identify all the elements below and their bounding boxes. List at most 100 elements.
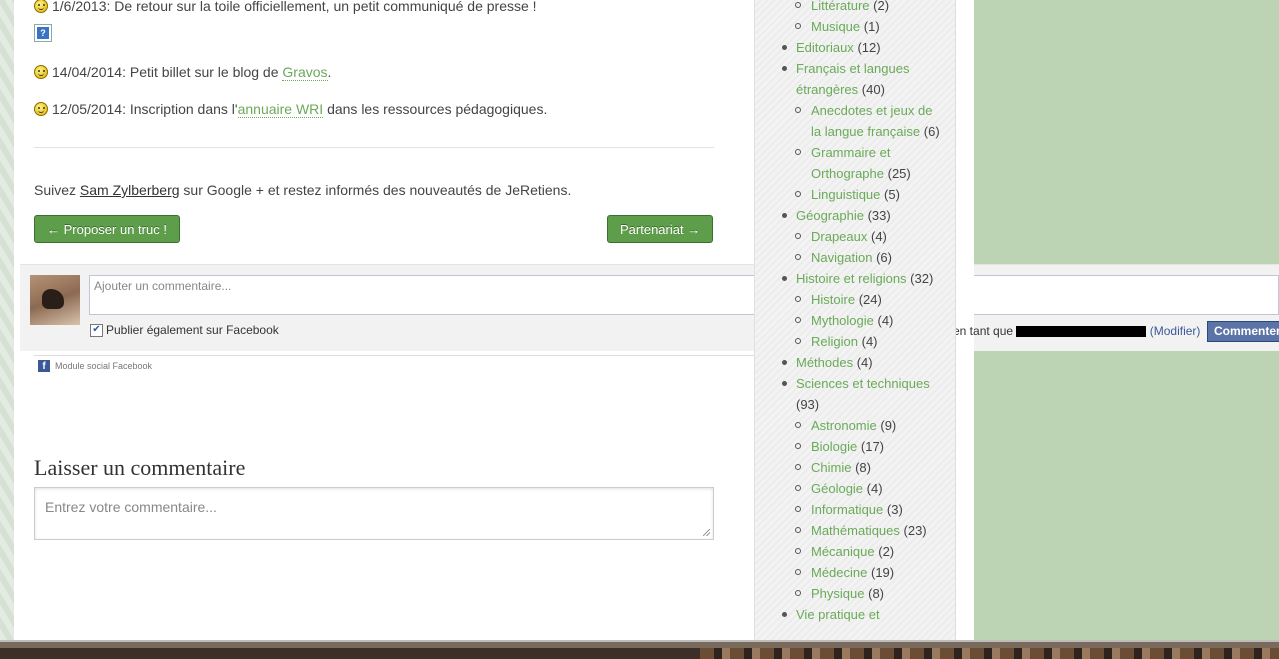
category-count: (8) — [855, 460, 871, 475]
category-item[interactable]: Mathématiques (23) — [755, 520, 955, 541]
window-bottom-edge — [0, 640, 1279, 659]
category-count: (4) — [871, 229, 887, 244]
category-link[interactable]: Informatique — [811, 502, 883, 517]
checkbox-checked-icon[interactable]: ✔ — [90, 323, 103, 337]
categories-sidebar: Littérature (2) Musique (1) Editoriaux (12… — [754, 0, 956, 640]
news-body-end: . — [327, 64, 332, 80]
category-link[interactable]: Histoire et religions — [796, 271, 907, 286]
category-item[interactable]: Informatique (3) — [755, 499, 955, 520]
news-date: 14/04/2014: — [52, 64, 126, 80]
category-item[interactable]: Grammaire et Orthographe (25) — [755, 142, 955, 184]
category-count: (9) — [880, 418, 897, 433]
follow-text: Suivez Sam Zylberberg sur Google + et re… — [34, 182, 571, 198]
category-item[interactable]: Musique (1) — [755, 16, 955, 37]
category-link[interactable]: Sciences et techniques — [796, 376, 930, 391]
follow-prefix: Suivez — [34, 182, 80, 198]
modify-link[interactable]: (Modifier) — [1150, 324, 1201, 338]
news-text: 12/05/2014: Inscription dans l'annuaire … — [52, 101, 547, 118]
follow-suffix: sur Google + et restez informés des nouv… — [179, 182, 572, 198]
category-link[interactable]: Religion — [811, 334, 858, 349]
category-link[interactable]: Français et langues étrangères — [796, 61, 909, 97]
category-count: (3) — [886, 502, 903, 517]
category-item[interactable]: Religion (4) — [755, 331, 955, 352]
resize-handle-icon[interactable] — [703, 529, 710, 536]
category-link[interactable]: Littérature — [811, 0, 870, 13]
category-count: (6) — [876, 250, 892, 265]
divider — [34, 147, 714, 148]
category-item[interactable]: Histoire et religions (32) — [755, 268, 955, 289]
category-count: (17) — [860, 439, 885, 454]
facebook-submit-button[interactable]: Commenter — [1207, 321, 1279, 342]
category-item[interactable]: Drapeaux (4) — [755, 226, 955, 247]
category-link[interactable]: Musique — [811, 19, 860, 34]
category-item[interactable]: Géologie (4) — [755, 478, 955, 499]
category-link[interactable]: Géographie — [796, 208, 864, 223]
category-link[interactable]: Médecine — [811, 565, 867, 580]
comment-textarea[interactable]: Entrez votre commentaire... — [34, 487, 714, 540]
category-link[interactable]: Histoire — [811, 292, 855, 307]
next-post-button[interactable]: Partenariat → — [607, 215, 714, 243]
category-link[interactable]: Chimie — [811, 460, 851, 475]
category-item[interactable]: Editoriaux (12) — [755, 37, 955, 58]
category-link[interactable]: Méthodes — [796, 355, 853, 370]
category-item[interactable]: Littérature (2) — [755, 0, 955, 16]
category-link[interactable]: Physique — [811, 586, 864, 601]
category-item[interactable]: Français et langues étrangères (40) — [755, 58, 955, 100]
category-item[interactable]: Médecine (19) — [755, 562, 955, 583]
category-link[interactable]: Mathématiques — [811, 523, 900, 538]
prev-post-button[interactable]: ← Proposer un truc ! — [34, 215, 180, 243]
annuaire-wri-link[interactable]: annuaire WRI — [237, 101, 324, 118]
category-item[interactable]: Méthodes (4) — [755, 352, 955, 373]
facebook-icon: f — [38, 360, 50, 372]
category-link[interactable]: Biologie — [811, 439, 857, 454]
smiley-icon — [34, 0, 48, 13]
category-link[interactable]: Drapeaux — [811, 229, 867, 244]
category-item[interactable]: Biologie (17) — [755, 436, 955, 457]
category-item[interactable]: Chimie (8) — [755, 457, 955, 478]
gravos-link[interactable]: Gravos — [282, 64, 328, 81]
category-link[interactable]: Grammaire et Orthographe — [811, 145, 890, 181]
category-item[interactable]: Navigation (6) — [755, 247, 955, 268]
category-link[interactable]: Mythologie — [811, 313, 874, 328]
category-item[interactable]: Astronomie (9) — [755, 415, 955, 436]
facebook-comment-placeholder: Ajouter un commentaire... — [94, 279, 232, 293]
category-item[interactable]: Histoire (24) — [755, 289, 955, 310]
facebook-social-plugin[interactable]: f Module social Facebook — [38, 360, 152, 372]
category-item[interactable]: Physique (8) — [755, 583, 955, 604]
category-item[interactable]: Linguistique (5) — [755, 184, 955, 205]
category-link[interactable]: Anecdotes et jeux de la langue française — [811, 103, 932, 139]
category-link[interactable]: Mécanique — [811, 544, 875, 559]
category-link[interactable]: Linguistique — [811, 187, 880, 202]
category-link[interactable]: Vie pratique et — [796, 607, 880, 622]
category-link[interactable]: Géologie — [811, 481, 863, 496]
category-item[interactable]: Géographie (33) — [755, 205, 955, 226]
posting-as-prefix: en tant que — [953, 324, 1014, 338]
category-count: (23) — [903, 523, 927, 538]
category-count: (25) — [887, 166, 911, 181]
category-item[interactable]: Mythologie (4) — [755, 310, 955, 331]
category-count: (33) — [867, 208, 891, 223]
news-text: 14/04/2014: Petit billet sur le blog de … — [52, 64, 332, 81]
category-count: (12) — [857, 40, 881, 55]
facebook-publish-label: Publier également sur Facebook — [106, 323, 279, 337]
category-count: (19) — [871, 565, 895, 580]
author-link[interactable]: Sam Zylberberg — [80, 182, 180, 198]
category-link[interactable]: Editoriaux — [796, 40, 854, 55]
category-count: (2) — [878, 544, 895, 559]
facebook-comment-input[interactable]: Ajouter un commentaire... — [89, 275, 1279, 315]
news-item: 14/04/2014: Petit billet sur le blog de … — [34, 64, 332, 81]
category-link[interactable]: Astronomie — [811, 418, 877, 433]
category-item[interactable]: Sciences et techniques (93) — [755, 373, 955, 415]
comment-placeholder: Entrez votre commentaire... — [45, 499, 217, 515]
category-item[interactable]: Anecdotes et jeux de la langue française… — [755, 100, 955, 142]
category-link[interactable]: Navigation — [811, 250, 872, 265]
category-item[interactable]: Mécanique (2) — [755, 541, 955, 562]
category-count: (2) — [873, 0, 890, 13]
page-gutter — [955, 0, 974, 640]
news-text: 1/6/2013: De retour sur la toile officie… — [52, 0, 537, 14]
facebook-publish-checkbox[interactable]: ✔ Publier également sur Facebook — [90, 323, 279, 337]
facebook-social-label[interactable]: Module social Facebook — [55, 361, 152, 371]
category-item[interactable]: Vie pratique et — [755, 604, 955, 625]
category-count: (4) — [861, 334, 878, 349]
category-count: (6) — [923, 124, 940, 139]
